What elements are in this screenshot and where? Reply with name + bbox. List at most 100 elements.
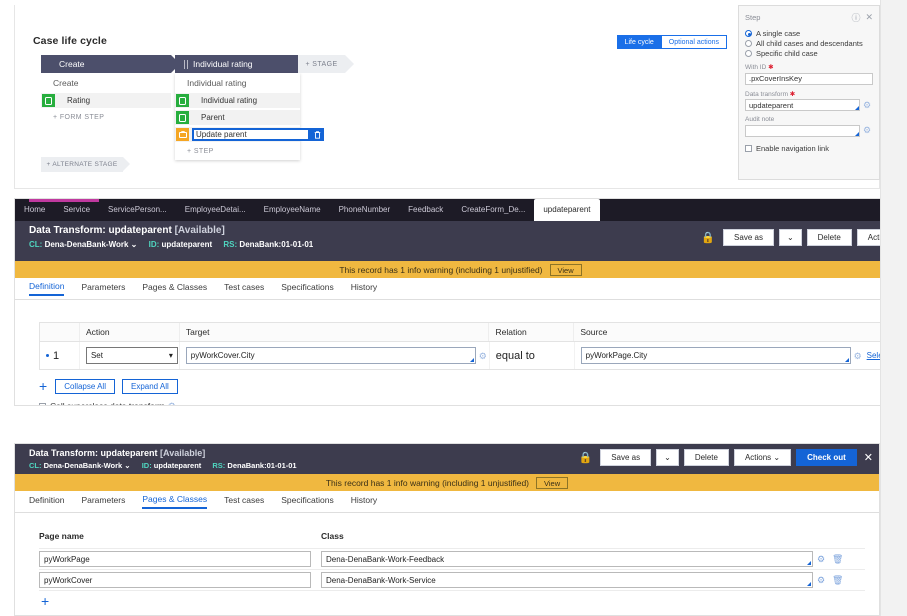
delete-button[interactable]: Delete: [807, 229, 852, 246]
expand-all-button[interactable]: Expand All: [122, 379, 178, 394]
subtab-specifications[interactable]: Specifications: [281, 282, 333, 295]
subtab-history[interactable]: History: [351, 495, 377, 508]
add-step-button[interactable]: + STEP: [175, 144, 300, 160]
step-rating[interactable]: Rating: [41, 93, 171, 108]
step-individual-rating[interactable]: Individual rating: [175, 93, 300, 108]
subtab-specifications[interactable]: Specifications: [281, 495, 333, 508]
rule-meta-key-id: ID:: [149, 240, 160, 249]
tab-serviceperson[interactable]: ServicePerson...: [99, 199, 176, 221]
rule-meta-key-id: ID:: [142, 461, 152, 470]
actions-button[interactable]: Actions ⌄: [734, 449, 791, 466]
call-superclass-row[interactable]: Call superclass data transform ⚙: [39, 401, 906, 406]
subtab-definition[interactable]: Definition: [29, 495, 64, 508]
delete-row-icon[interactable]: 🗑: [832, 575, 843, 586]
subtab-definition[interactable]: Definition: [29, 281, 64, 296]
save-as-dropdown-button[interactable]: ⌄: [779, 229, 802, 246]
rule-action-buttons: 🔒 Save as ⌄ Delete Action: [701, 229, 906, 246]
subtab-parameters[interactable]: Parameters: [81, 495, 125, 508]
subtab-test-cases[interactable]: Test cases: [224, 495, 264, 508]
gear-icon[interactable]: ⚙: [479, 351, 489, 361]
with-id-input[interactable]: [745, 73, 873, 85]
add-stage-button[interactable]: + STAGE: [298, 55, 345, 73]
toggle-life-cycle[interactable]: Life cycle: [617, 35, 661, 49]
gear-icon[interactable]: ⚙: [817, 554, 828, 565]
add-row-icon[interactable]: +: [39, 378, 47, 394]
view-warning-button[interactable]: View: [536, 477, 568, 489]
delete-row-icon[interactable]: 🗑: [832, 554, 843, 565]
radio-icon: [745, 40, 752, 47]
chevron-down-icon: ▾: [169, 351, 173, 360]
data-transform-field-row: ⚙: [745, 99, 873, 112]
class-input[interactable]: Dena-DenaBank-Work-Service: [321, 572, 813, 588]
rule-meta-value-cl[interactable]: Dena-DenaBank-Work ⌄: [44, 461, 131, 470]
close-icon[interactable]: ✕: [864, 451, 873, 464]
question-circle-icon[interactable]: ⓘ: [851, 11, 860, 24]
app-root: Case life cycle Life cycle Optional acti…: [0, 0, 907, 616]
col-header-action: Action: [80, 323, 180, 341]
enable-navigation-link-row[interactable]: Enable navigation link: [745, 144, 873, 153]
checkbox-icon[interactable]: [39, 403, 46, 407]
tab-home[interactable]: Home: [15, 199, 54, 221]
add-alternate-stage-button[interactable]: + ALTERNATE STAGE: [41, 157, 123, 172]
step-label: Parent: [201, 113, 225, 122]
lifecycle-view-toggle[interactable]: Life cycle Optional actions: [617, 35, 727, 49]
audit-note-input[interactable]: [745, 125, 860, 137]
call-superclass-label: Call superclass data transform: [50, 401, 165, 406]
step-update-parent[interactable]: [175, 127, 300, 142]
data-transform-pages-classes-window: Data Transform: updateparent [Available]…: [14, 443, 880, 616]
add-page-row-icon[interactable]: +: [41, 593, 49, 609]
check-out-button[interactable]: Check out: [796, 449, 857, 466]
gear-icon[interactable]: ⚙: [863, 125, 873, 135]
delete-button[interactable]: Delete: [684, 449, 729, 466]
radio-all-child-cases[interactable]: All child cases and descendants: [745, 39, 873, 48]
step-parent[interactable]: Parent: [175, 110, 300, 125]
tab-phonenumber[interactable]: PhoneNumber: [330, 199, 400, 221]
subtab-pages-classes[interactable]: Pages & Classes: [142, 282, 207, 295]
stage-header-individual-rating[interactable]: Individual rating: [175, 55, 300, 73]
step-name-input[interactable]: [192, 128, 310, 141]
stage-header-create[interactable]: Create: [41, 55, 171, 73]
tab-employeename[interactable]: EmployeeName: [255, 199, 330, 221]
action-select[interactable]: Set ▾: [86, 347, 178, 364]
save-as-button[interactable]: Save as: [600, 449, 651, 466]
rule-meta-value-cl[interactable]: Dena-DenaBank-Work ⌄: [45, 240, 138, 249]
source-input[interactable]: pyWorkPage.City: [581, 347, 851, 364]
save-as-button[interactable]: Save as: [723, 229, 774, 246]
checkbox-icon[interactable]: [745, 145, 752, 152]
subtab-pages-classes[interactable]: Pages & Classes: [142, 494, 207, 509]
gear-icon[interactable]: ⚙: [168, 401, 178, 406]
tab-employeedetail[interactable]: EmployeeDetai...: [176, 199, 255, 221]
tab-updateparent[interactable]: updateparent: [534, 199, 599, 221]
subtab-history[interactable]: History: [351, 282, 377, 295]
collapse-all-button[interactable]: Collapse All: [55, 379, 115, 394]
tab-service[interactable]: Service: [54, 199, 99, 221]
view-warning-button[interactable]: View: [550, 264, 582, 276]
tab-feedback[interactable]: Feedback: [399, 199, 452, 221]
lock-icon[interactable]: 🔒: [701, 231, 715, 244]
drag-handle-icon[interactable]: [183, 60, 189, 69]
subtab-parameters[interactable]: Parameters: [81, 282, 125, 295]
page-gutter: [880, 0, 907, 616]
rule-meta-key-cl: CL:: [29, 240, 42, 249]
delete-step-icon[interactable]: [310, 128, 324, 141]
gear-icon[interactable]: ⚙: [854, 351, 864, 361]
save-as-dropdown-button[interactable]: ⌄: [656, 449, 679, 466]
tab-createform-de[interactable]: CreateForm_De...: [452, 199, 534, 221]
form-icon: [176, 111, 189, 124]
close-icon[interactable]: ✕: [865, 12, 873, 23]
lock-icon[interactable]: 🔒: [579, 451, 593, 464]
subtab-test-cases[interactable]: Test cases: [224, 282, 264, 295]
data-transform-input[interactable]: [745, 99, 860, 111]
gear-icon[interactable]: ⚙: [817, 575, 828, 586]
target-input[interactable]: pyWorkCover.City: [186, 347, 476, 364]
add-form-step-button[interactable]: + FORM STEP: [41, 110, 171, 126]
page-name-input[interactable]: pyWorkPage: [39, 551, 311, 567]
radio-a-single-case[interactable]: A single case: [745, 29, 873, 38]
toggle-optional-actions[interactable]: Optional actions: [661, 35, 727, 49]
relation-cell: equal to: [490, 342, 575, 369]
page-name-input[interactable]: pyWorkCover: [39, 572, 311, 588]
class-input[interactable]: Dena-DenaBank-Work-Feedback: [321, 551, 813, 567]
gear-icon[interactable]: ⚙: [863, 100, 873, 110]
radio-specific-child-case[interactable]: Specific child case: [745, 49, 873, 58]
table-row: pyWorkCover Dena-DenaBank-Work-Service ⚙…: [39, 569, 865, 590]
